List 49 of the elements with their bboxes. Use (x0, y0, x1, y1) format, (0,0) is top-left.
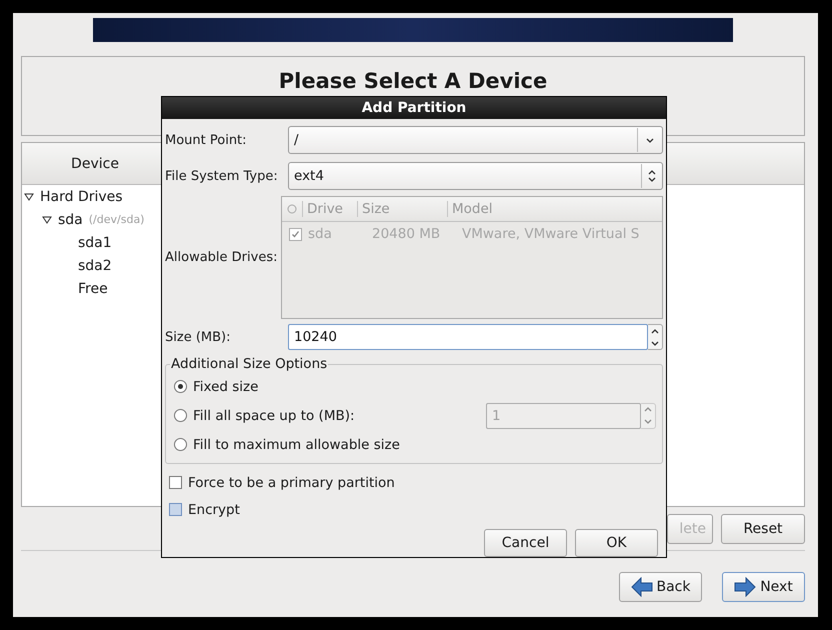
down-chevron-icon (648, 177, 656, 182)
radio-button[interactable] (174, 409, 187, 422)
ok-button[interactable]: OK (575, 529, 658, 557)
radio-button[interactable] (174, 438, 187, 451)
tree-item[interactable]: Hard Drives (40, 188, 123, 204)
down-chevron-icon (646, 138, 654, 142)
cancel-button[interactable]: Cancel (484, 529, 567, 557)
tree-item[interactable]: sda (58, 212, 83, 228)
down-chevron-icon (644, 419, 652, 424)
dialog-title: Add Partition (162, 97, 666, 119)
mount-point-combo[interactable]: / (288, 126, 663, 154)
page-title: Please Select A Device (278, 69, 548, 93)
left-arrow-icon (630, 577, 652, 597)
device-path: (/dev/sda) (88, 213, 144, 226)
tree-item[interactable]: sda2 (78, 258, 112, 274)
spin-buttons[interactable] (648, 324, 663, 350)
table-cell-text: 20480 MB (372, 226, 442, 242)
table-cell-text: VMware, VMware Virtual S (462, 226, 640, 242)
file-system-dropdown[interactable]: ext4 (288, 162, 663, 190)
expander-icon[interactable] (42, 216, 52, 224)
checkmark-icon (290, 230, 300, 238)
up-chevron-icon (644, 407, 652, 412)
checkbox[interactable] (169, 476, 182, 489)
checkbox[interactable] (169, 503, 182, 516)
field-label: Allowable Drives: (165, 250, 278, 265)
field-label: File System Type: (165, 168, 279, 184)
checkbox-label[interactable]: Force to be a primary partition (188, 474, 395, 490)
reset-button[interactable]: Reset (721, 514, 805, 544)
checkbox-label[interactable]: Encrypt (188, 502, 240, 518)
size-input[interactable]: 10240 (288, 324, 648, 350)
field-label: Mount Point: (165, 132, 248, 148)
field-label: Size (MB): (165, 330, 232, 344)
expander-icon[interactable] (24, 192, 34, 200)
select-all-icon (287, 204, 297, 214)
tree-item[interactable]: Free (78, 280, 108, 296)
column-header[interactable]: Device (71, 156, 119, 172)
radio-button[interactable] (174, 380, 187, 393)
option-label[interactable]: Fill all space up to (MB): (193, 408, 355, 424)
back-button[interactable]: Back (619, 572, 702, 602)
tree-item[interactable]: sda1 (78, 234, 112, 250)
option-label[interactable]: Fixed size (193, 378, 258, 394)
group-title: Additional Size Options (170, 356, 328, 372)
next-button[interactable]: Next (722, 572, 805, 602)
table-cell-text: sda (308, 226, 333, 242)
up-chevron-icon (651, 328, 659, 334)
up-chevron-icon (648, 170, 656, 175)
option-label[interactable]: Fill to maximum allowable size (193, 436, 400, 452)
right-arrow-icon (734, 577, 756, 597)
down-chevron-icon (651, 340, 659, 346)
